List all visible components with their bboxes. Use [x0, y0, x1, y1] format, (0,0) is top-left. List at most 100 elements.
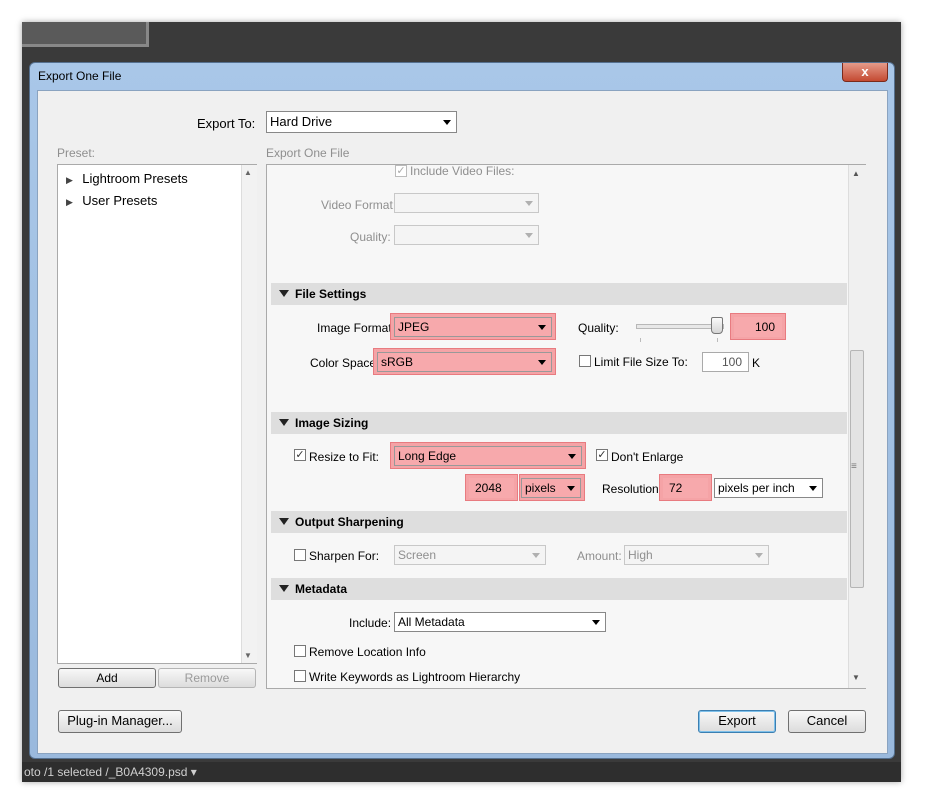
- resize-mode-select[interactable]: Long Edge: [394, 446, 582, 466]
- chevron-down-icon: [755, 553, 763, 558]
- remove-location-checkbox[interactable]: [294, 645, 306, 657]
- resize-to-fit-label: Resize to Fit:: [309, 450, 380, 464]
- sharpen-for-value: Screen: [398, 548, 437, 562]
- include-video-checkbox[interactable]: ✓: [395, 165, 407, 177]
- section-title: Metadata: [295, 582, 348, 596]
- amount-value: High: [628, 548, 653, 562]
- limit-unit: K: [752, 356, 761, 370]
- chevron-down-icon: [532, 553, 540, 558]
- remove-location-label: Remove Location Info: [309, 645, 426, 659]
- scroll-down-icon[interactable]: ▼: [244, 651, 252, 660]
- status-text: oto /1 selected /_B0A4309.psd ▾: [24, 765, 197, 779]
- amount-label: Amount:: [577, 549, 622, 563]
- resize-to-fit-checkbox[interactable]: ✓: [294, 449, 306, 461]
- video-quality-label: Quality:: [350, 230, 391, 244]
- collapse-triangle-icon: [279, 585, 289, 592]
- write-keywords-checkbox[interactable]: [294, 670, 306, 682]
- chevron-down-icon: [809, 486, 817, 491]
- expand-triangle-icon: ▶: [66, 197, 73, 207]
- include-video-label: Include Video Files:: [410, 164, 515, 178]
- collapse-triangle-icon: [279, 518, 289, 525]
- chevron-down-icon: [538, 325, 546, 330]
- image-sizing-header[interactable]: Image Sizing: [271, 412, 847, 434]
- sharpen-for-checkbox[interactable]: [294, 549, 306, 561]
- sharpen-for-label: Sharpen For:: [309, 549, 380, 563]
- export-to-label: Export To:: [197, 116, 256, 131]
- size-input[interactable]: 2048: [469, 478, 514, 498]
- remove-preset-button[interactable]: Remove: [158, 668, 256, 688]
- image-format-select[interactable]: JPEG: [394, 317, 552, 337]
- resolution-unit-value: pixels per inch: [718, 481, 795, 495]
- preset-list[interactable]: [57, 164, 257, 664]
- sharpen-for-select[interactable]: Screen: [394, 545, 546, 565]
- chevron-down-icon: [592, 620, 600, 625]
- image-format-label: Image Format:: [317, 321, 396, 335]
- title-bar: Export One File x: [30, 63, 894, 89]
- file-settings-header[interactable]: File Settings: [271, 283, 847, 305]
- preset-label: Preset:: [57, 146, 96, 160]
- slider-tick: [640, 338, 641, 342]
- chevron-down-icon: [568, 454, 576, 459]
- output-sharpening-header[interactable]: Output Sharpening: [271, 511, 847, 533]
- export-button[interactable]: Export: [698, 710, 776, 733]
- cancel-button[interactable]: Cancel: [788, 710, 866, 733]
- video-quality-select[interactable]: [394, 225, 539, 245]
- color-space-value: sRGB: [381, 355, 414, 369]
- amount-select[interactable]: High: [624, 545, 769, 565]
- limit-file-size-input[interactable]: 100: [702, 352, 749, 372]
- metadata-include-label: Include:: [349, 616, 392, 630]
- metadata-include-select[interactable]: All Metadata: [394, 612, 606, 632]
- limit-file-size-checkbox[interactable]: [579, 355, 591, 367]
- video-format-select[interactable]: [394, 193, 539, 213]
- quality-input[interactable]: 100: [734, 317, 782, 337]
- quality-slider-thumb[interactable]: [711, 317, 723, 334]
- resolution-input[interactable]: 72: [663, 478, 708, 498]
- color-space-select[interactable]: sRGB: [377, 352, 552, 372]
- close-button[interactable]: x: [842, 63, 888, 82]
- chevron-down-icon: [538, 360, 546, 365]
- slider-tick: [717, 338, 718, 342]
- dont-enlarge-label: Don't Enlarge: [611, 450, 684, 464]
- plugin-manager-button[interactable]: Plug-in Manager...: [58, 710, 182, 733]
- export-to-select[interactable]: Hard Drive: [266, 111, 457, 133]
- section-title: Image Sizing: [295, 416, 369, 430]
- dialog-title: Export One File: [38, 69, 122, 83]
- filmstrip-status-bar: oto /1 selected /_B0A4309.psd ▾: [22, 762, 901, 782]
- resolution-label: Resolution:: [602, 482, 663, 496]
- size-unit-value: pixels: [525, 481, 556, 495]
- list-item[interactable]: ▶ Lightroom Presets: [66, 171, 188, 186]
- scroll-down-icon[interactable]: ▼: [852, 673, 860, 682]
- add-preset-button[interactable]: Add: [58, 668, 156, 688]
- expand-triangle-icon: ▶: [66, 175, 73, 185]
- resolution-unit-select[interactable]: pixels per inch: [714, 478, 823, 498]
- settings-panel-title: Export One File: [266, 146, 350, 160]
- scroll-up-icon[interactable]: ▲: [852, 169, 860, 178]
- preset-item-label: User Presets: [82, 193, 158, 208]
- list-item[interactable]: ▶ User Presets: [66, 193, 157, 208]
- write-keywords-label: Write Keywords as Lightroom Hierarchy: [309, 670, 521, 684]
- dont-enlarge-checkbox[interactable]: ✓: [596, 449, 608, 461]
- chevron-down-icon: [443, 120, 451, 125]
- chevron-down-icon: [567, 486, 575, 491]
- background-thumbnail: [22, 22, 149, 47]
- color-space-label: Color Space:: [310, 356, 380, 370]
- export-to-value: Hard Drive: [270, 114, 333, 129]
- metadata-include-value: All Metadata: [398, 615, 465, 629]
- chevron-down-icon: [525, 201, 533, 206]
- size-unit-select[interactable]: pixels: [521, 478, 581, 498]
- preset-scrollbar[interactable]: [241, 165, 257, 663]
- collapse-triangle-icon: [279, 419, 289, 426]
- video-format-label: Video Format:: [321, 198, 397, 212]
- preset-item-label: Lightroom Presets: [82, 171, 188, 186]
- scroll-up-icon[interactable]: ▲: [244, 168, 252, 177]
- limit-file-size-label: Limit File Size To:: [594, 355, 688, 369]
- image-format-value: JPEG: [398, 320, 430, 334]
- resize-mode-value: Long Edge: [398, 449, 457, 463]
- section-title: Output Sharpening: [295, 515, 404, 529]
- collapse-triangle-icon: [279, 290, 289, 297]
- grip-icon: ≡: [851, 461, 857, 472]
- close-icon: x: [861, 64, 869, 79]
- metadata-header[interactable]: Metadata: [271, 578, 847, 600]
- quality-label: Quality:: [578, 321, 619, 335]
- chevron-down-icon: [525, 233, 533, 238]
